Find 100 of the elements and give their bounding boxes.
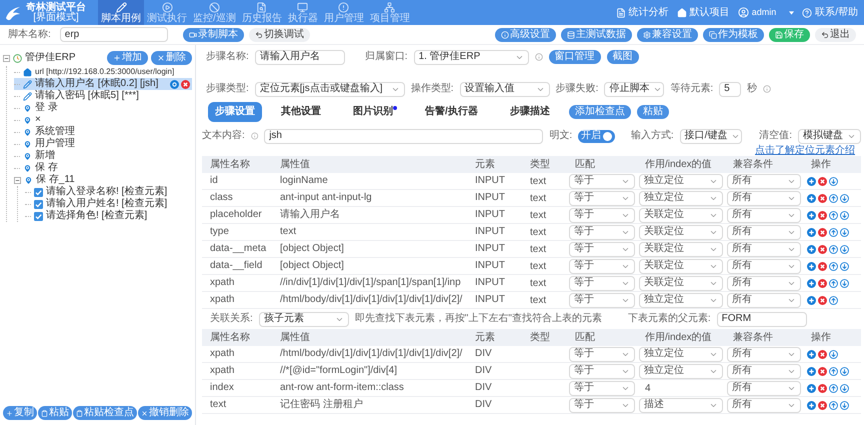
role-select[interactable]: 独立定位 [639,364,723,378]
add-icon[interactable] [807,278,816,288]
compat-select[interactable]: 所有 [727,398,801,412]
delete-icon[interactable] [818,366,827,376]
match-select[interactable]: 等于 [569,258,635,274]
tree-item[interactable]: 请输入用户姓名! [检查元素] [25,198,192,210]
arrow-up-circle-icon[interactable] [829,244,838,254]
step-type-select[interactable]: 定位元素[js点击或键盘输入] [254,82,405,96]
collapse-icon[interactable] [14,176,21,184]
script-name-field[interactable]: erp [60,27,168,42]
arrow-down-circle-icon[interactable] [840,384,849,392]
operation-select[interactable]: 设置输入值 [460,82,550,96]
arrow-down-circle-icon[interactable] [840,278,849,288]
add-icon[interactable] [807,384,816,392]
role-select[interactable]: 关联定位 [639,258,723,274]
arrow-up-circle-icon[interactable] [829,262,838,270]
tab[interactable]: 告警/执行器 [418,102,485,122]
input-method-select[interactable]: 接口/键盘 [680,128,742,144]
match-select[interactable]: 等于 [569,380,635,396]
role-select[interactable]: 描述 [639,398,723,412]
arrow-down-circle-icon[interactable] [829,176,838,186]
delete-icon[interactable] [818,210,827,220]
add-icon[interactable] [807,176,816,186]
compat-select[interactable]: 所有 [727,364,801,378]
delete-icon[interactable] [818,384,827,392]
delete-icon[interactable] [818,176,827,186]
role-select[interactable]: 独立定位 [639,292,723,308]
add-icon[interactable] [807,366,816,376]
role-select[interactable]: 独立定位 [639,346,723,362]
collapse-icon[interactable] [3,54,10,62]
role-select[interactable]: 关联定位 [639,242,723,256]
arrow-down-circle-icon[interactable] [840,210,849,220]
arrow-up-circle-icon[interactable] [829,400,838,410]
tree-item[interactable]: 请输入密码 [休眠5] [***] [14,90,192,102]
compat-select[interactable]: 所有 [727,276,801,290]
delete-icon[interactable] [181,80,190,88]
tree-item[interactable]: 管伊佳ERP [25,53,76,63]
tree-item[interactable]: 系统管理 [14,126,192,138]
tree-item[interactable]: × [14,114,192,126]
role-select[interactable]: 关联定位 [639,208,723,222]
compat-select[interactable]: 所有 [727,224,801,240]
match-select[interactable]: 等于 [569,224,635,240]
arrow-down-circle-icon[interactable] [840,244,849,254]
match-select[interactable]: 等于 [569,174,635,188]
nav-tab[interactable]: 脚本用例 [98,0,144,25]
tree-item[interactable]: 请输入登录名称! [检查元素] [25,186,192,198]
arrow-up-circle-icon[interactable] [829,296,838,304]
tree-item[interactable]: 保 存 [14,162,192,174]
toggle-switch[interactable]: 开启 [578,130,616,142]
wait-field[interactable]: 5 [719,82,742,96]
arrow-down-circle-icon[interactable] [840,194,849,202]
tree-item[interactable]: url [http://192.168.0.25:3000/user/login] [14,66,192,78]
tab[interactable]: 步骤描述 [502,102,557,122]
role-select[interactable]: 独立定位 [639,190,723,206]
help-link[interactable]: 点击了解定位元素介绍 [755,146,855,156]
window-select[interactable]: 1. 管伊佳ERP [414,50,529,64]
tree-item[interactable]: 请选择角色! [检查元素] [25,210,192,222]
match-select[interactable]: 等于 [569,398,635,412]
compat-select[interactable]: 所有 [727,208,801,222]
tree-item[interactable]: 保 存_11 [14,174,192,186]
debug-button[interactable]: 切换调试 [248,28,310,42]
toolbar-button[interactable]: 退出 [815,28,856,42]
tab[interactable]: 图片识别 [346,102,400,122]
match-select[interactable]: 等于 [569,190,635,206]
arrow-up-circle-icon[interactable] [829,384,838,392]
delete-icon[interactable] [818,244,827,254]
match-select[interactable]: 等于 [569,276,635,290]
checkbox-icon[interactable] [34,188,43,196]
add-icon[interactable] [807,228,816,236]
arrow-down-circle-icon[interactable] [840,400,849,410]
delete-icon[interactable] [818,400,827,410]
compat-select[interactable]: 所有 [727,242,801,256]
compat-select[interactable]: 所有 [727,258,801,274]
add-icon[interactable] [807,194,816,202]
arrow-down-circle-icon[interactable] [840,366,849,376]
arrow-down-circle-icon[interactable] [829,350,838,358]
compat-select[interactable]: 所有 [727,292,801,308]
role-select[interactable]: 独立定位 [639,174,723,188]
tree-item[interactable]: 请输入用户名 [休眠0.2] [jsh] [14,78,192,90]
delete-icon[interactable] [818,228,827,236]
add-icon[interactable] [807,210,816,220]
add-icon[interactable] [807,296,816,304]
match-select[interactable]: 等于 [569,242,635,256]
role-select[interactable]: 关联定位 [639,224,723,240]
tree-item[interactable]: 用户管理 [14,138,192,150]
arrow-down-circle-icon[interactable] [840,262,849,270]
delete-icon[interactable] [818,350,827,358]
match-select[interactable]: 等于 [569,346,635,362]
checkbox-icon[interactable] [34,200,43,208]
failure-select[interactable]: 停止脚本 [604,82,664,96]
add-icon[interactable] [807,244,816,254]
arrow-up-circle-icon[interactable] [829,278,838,288]
clear-value-select[interactable]: 模拟键盘 [798,128,861,144]
checkbox-icon[interactable] [34,212,43,220]
compat-select[interactable]: 所有 [727,380,801,396]
step-name-field[interactable]: 请输入用户名 [254,50,345,64]
match-select[interactable]: 等于 [569,364,635,378]
match-select[interactable]: 等于 [569,292,635,308]
tree-item[interactable]: 新增 [14,150,192,162]
delete-icon[interactable] [818,194,827,202]
